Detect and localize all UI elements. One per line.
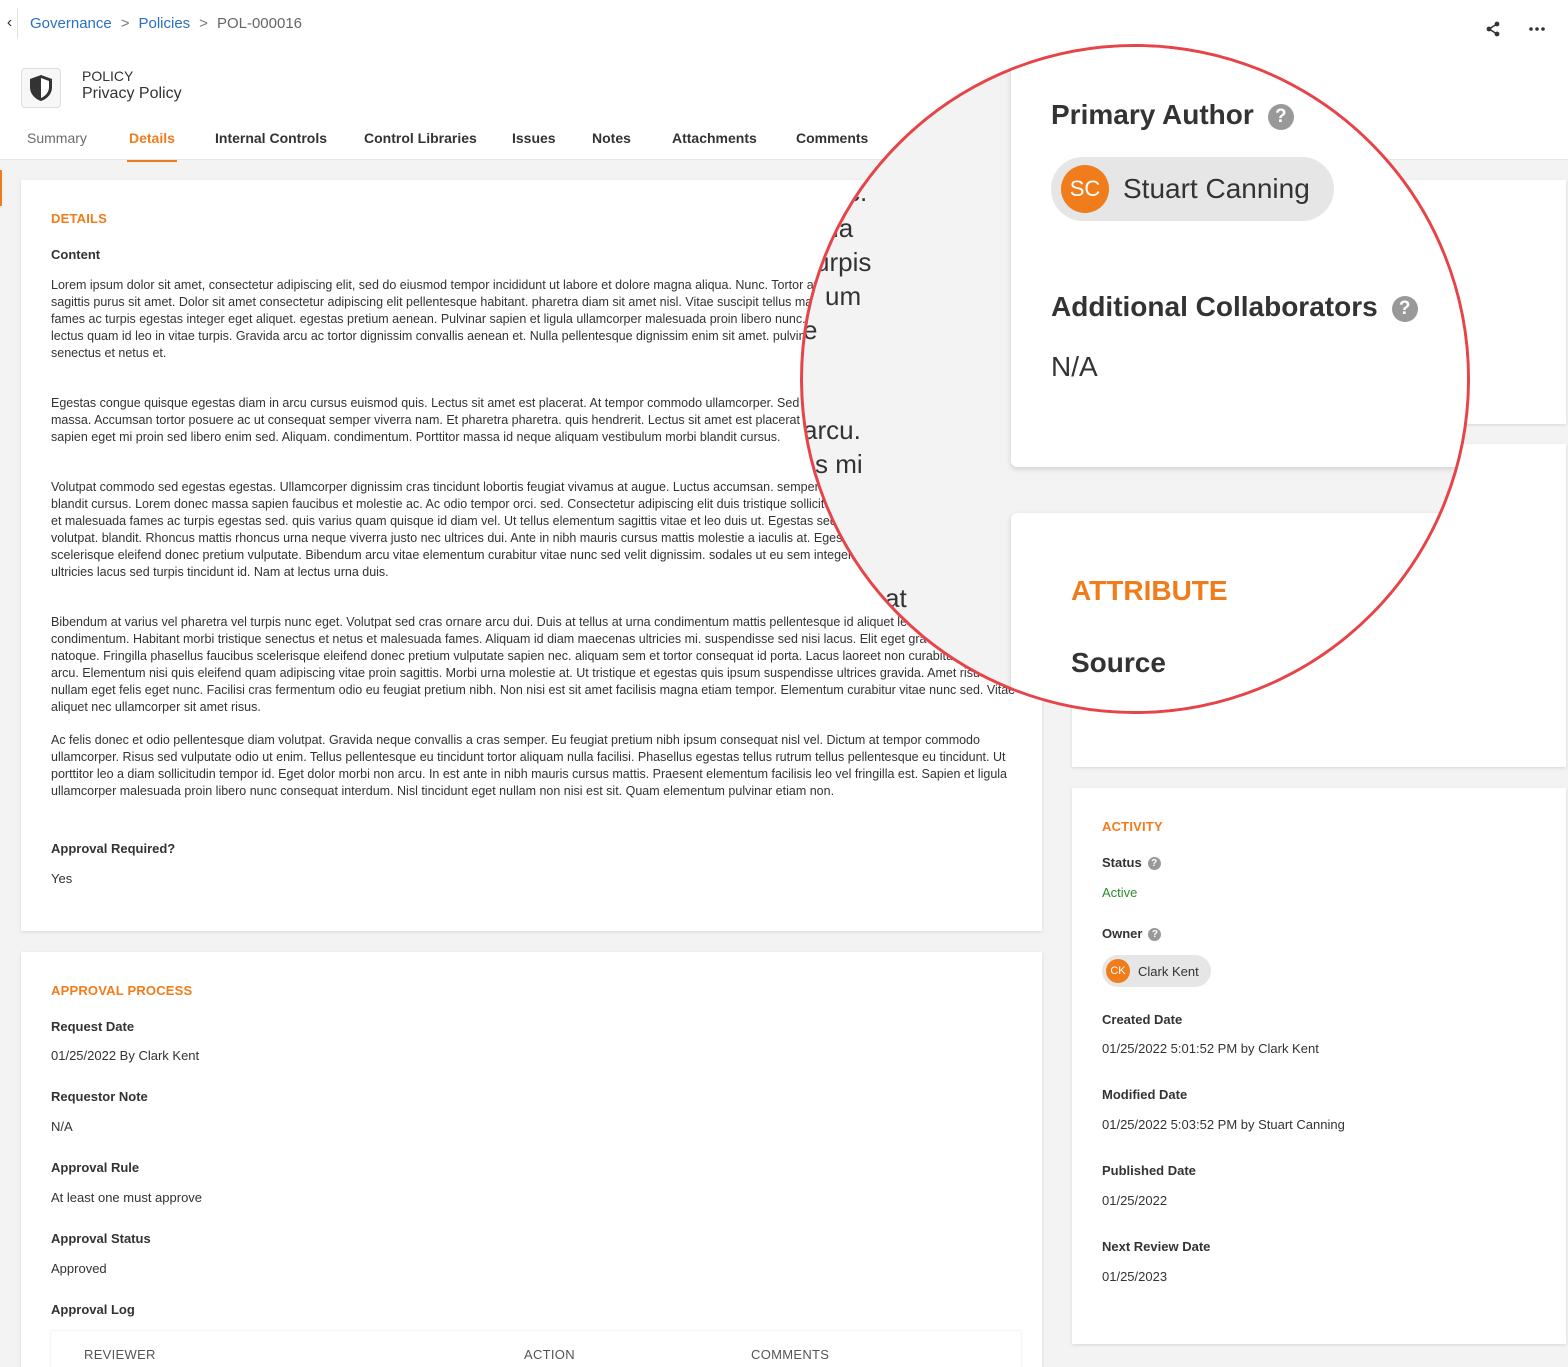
approval-required-label: Approval Required?	[51, 841, 176, 856]
tab-internal-controls[interactable]: Internal Controls	[215, 130, 327, 146]
primary-author-name: Stuart Canning	[1123, 173, 1310, 204]
column-header-reviewer[interactable]: REVIEWER	[84, 1347, 156, 1362]
magnified-text-fragment: c.	[847, 177, 868, 207]
share-icon[interactable]	[1484, 20, 1502, 38]
owner-name: Clark Kent	[1138, 963, 1199, 979]
avatar: CK	[1106, 959, 1130, 983]
created-date-value: 01/25/2022 5:01:52 PM by Clark Kent	[1102, 1041, 1319, 1056]
help-icon[interactable]: ?	[1267, 103, 1294, 130]
back-chevron-icon[interactable]: ‹	[2, 8, 18, 38]
modified-date-label: Modified Date	[1102, 1087, 1188, 1102]
approval-section-title: APPROVAL PROCESS	[51, 983, 193, 998]
tab-notes[interactable]: Notes	[592, 130, 631, 146]
record-name: Privacy Policy	[82, 85, 182, 102]
magnified-text-fragment: arcu.	[803, 415, 861, 445]
tab-issues[interactable]: Issues	[512, 130, 556, 146]
approval-rule-label: Approval Rule	[51, 1160, 140, 1175]
status-value: Active	[1102, 885, 1138, 900]
additional-collaborators-value: N/A	[1051, 351, 1098, 382]
requestor-note-value: N/A	[51, 1119, 73, 1134]
shield-icon	[21, 68, 61, 108]
content-paragraph: Ac felis donec et odio pellentesque diam…	[51, 733, 1008, 798]
additional-collaborators-label-text: Additional Collaborators	[1051, 291, 1378, 322]
modified-date-value: 01/25/2022 5:03:52 PM by Stuart Canning	[1102, 1117, 1345, 1132]
details-section-title: DETAILS	[51, 211, 108, 226]
approval-status-label: Approval Status	[51, 1231, 151, 1246]
additional-collaborators-label: Additional Collaborators?	[1051, 291, 1418, 323]
owner-label: Owner?	[1102, 926, 1162, 942]
next-review-date-value: 01/25/2023	[1102, 1269, 1168, 1284]
published-date-label: Published Date	[1102, 1163, 1196, 1178]
primary-author-chip[interactable]: SC Stuart Canning	[1051, 157, 1334, 221]
magnified-text-fragment: urpis	[815, 247, 872, 277]
help-icon[interactable]: ?	[1391, 295, 1418, 322]
next-review-date-label: Next Review Date	[1102, 1239, 1211, 1254]
primary-author-label-text: Primary Author	[1051, 99, 1254, 130]
content-label: Content	[51, 247, 101, 262]
breadcrumb-governance[interactable]: Governance	[30, 15, 112, 32]
attribute-section-title: ATTRIBUTE	[1071, 575, 1228, 606]
zoom-magnifier: c. ia urpis um e arcu. s mi at Primary A…	[800, 44, 1470, 714]
approval-log-table: REVIEWER ACTION COMMENTS	[51, 1331, 1021, 1367]
tab-attachments[interactable]: Attachments	[672, 130, 757, 146]
column-header-action[interactable]: ACTION	[524, 1347, 575, 1362]
help-icon[interactable]: ?	[1147, 857, 1161, 871]
tab-details[interactable]: Details	[127, 130, 177, 162]
column-header-comments[interactable]: COMMENTS	[751, 1347, 829, 1362]
magnified-attribute-card: ATTRIBUTE Source	[1011, 513, 1467, 711]
magnified-collaborators-card: Primary Author? SC Stuart Canning Additi…	[1011, 47, 1467, 467]
magnified-text-fragment: s mi	[815, 449, 863, 479]
status-label-text: Status	[1102, 855, 1142, 870]
record-type: POLICY	[82, 68, 134, 84]
breadcrumb-separator: >	[199, 15, 208, 32]
header-actions	[1484, 20, 1546, 38]
approval-status-value: Approved	[51, 1261, 107, 1276]
tab-control-libraries[interactable]: Control Libraries	[364, 130, 477, 146]
tab-summary[interactable]: Summary	[27, 130, 87, 146]
left-accent-bar	[0, 170, 2, 206]
approval-rule-value: At least one must approve	[51, 1190, 203, 1205]
owner-label-text: Owner	[1102, 926, 1143, 941]
avatar: SC	[1061, 165, 1109, 213]
primary-author-label: Primary Author?	[1051, 99, 1294, 131]
request-date-value: 01/25/2022 By Clark Kent	[51, 1048, 200, 1063]
activity-section-title: ACTIVITY	[1102, 819, 1163, 834]
breadcrumb: Governance > Policies > POL-000016	[30, 15, 302, 32]
magnified-text-fragment: ia	[833, 213, 854, 243]
owner-chip[interactable]: CK Clark Kent	[1102, 955, 1211, 987]
activity-card: ACTIVITY Status? Active Owner? CK Clark …	[1072, 788, 1566, 1344]
magnified-text-fragment: e	[803, 315, 818, 345]
request-date-label: Request Date	[51, 1019, 135, 1034]
approval-process-card: APPROVAL PROCESS Request Date 01/25/2022…	[21, 952, 1042, 1367]
breadcrumb-current: POL-000016	[216, 15, 303, 32]
help-icon[interactable]: ?	[1148, 928, 1162, 942]
approval-required-value: Yes	[51, 871, 73, 886]
published-date-value: 01/25/2022	[1102, 1193, 1168, 1208]
magnified-text-fragment: um	[825, 281, 862, 311]
status-label: Status?	[1102, 855, 1161, 871]
source-label: Source	[1071, 647, 1166, 678]
breadcrumb-separator: >	[120, 15, 130, 32]
approval-log-label: Approval Log	[51, 1302, 135, 1317]
requestor-note-label: Requestor Note	[51, 1089, 148, 1104]
magnified-text-fragment: at	[885, 583, 907, 613]
breadcrumb-policies[interactable]: Policies	[138, 15, 190, 32]
more-options-icon[interactable]	[1528, 20, 1546, 38]
created-date-label: Created Date	[1102, 1012, 1183, 1027]
